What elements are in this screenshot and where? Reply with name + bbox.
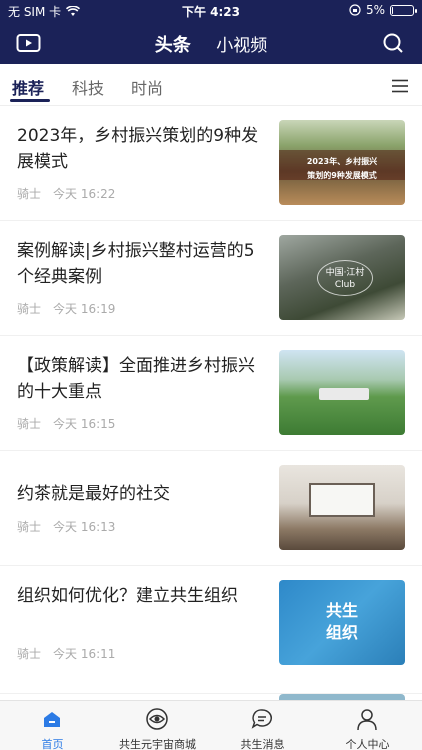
tab-label: 共生元宇宙商城 bbox=[119, 738, 196, 750]
tab-metaverse-mall[interactable]: 共生元宇宙商城 bbox=[105, 701, 210, 750]
article-thumbnail[interactable] bbox=[279, 350, 405, 435]
category-recommend[interactable]: 推荐 bbox=[12, 75, 44, 99]
category-tabs: 推荐 科技 时尚 bbox=[0, 64, 422, 106]
article-time: 今天 16:19 bbox=[53, 302, 116, 316]
article-item[interactable]: 组织如何优化？建立共生组织 骑士 今天 16:11 共生 组织 bbox=[0, 566, 422, 694]
article-title[interactable]: 2023年，乡村振兴策划的9种发展模式 bbox=[17, 123, 262, 175]
app-header: 无 SIM 卡 下午 4:23 5% 头条 小视频 bbox=[0, 0, 422, 64]
tab-label: 共生消息 bbox=[240, 738, 285, 750]
orientation-lock-icon bbox=[349, 4, 361, 16]
article-author: 骑士 bbox=[17, 187, 42, 201]
article-item[interactable]: 【政策解读】全面推进乡村振兴的十大重点 骑士 今天 16:15 bbox=[0, 336, 422, 451]
article-meta: 骑士 今天 16:13 bbox=[17, 518, 127, 535]
article-title[interactable]: 【政策解读】全面推进乡村振兴的十大重点 bbox=[17, 353, 262, 405]
article-meta: 骑士 今天 16:19 bbox=[17, 300, 127, 317]
article-author: 骑士 bbox=[17, 647, 42, 661]
active-category-indicator bbox=[10, 99, 50, 102]
battery-icon bbox=[390, 4, 417, 16]
tab-profile[interactable]: 个人中心 bbox=[315, 701, 420, 750]
thumbnail-caption: 2023年、乡村振兴 bbox=[306, 157, 378, 166]
thumbnail-caption: Club bbox=[334, 280, 356, 290]
tab-headlines[interactable]: 头条 bbox=[155, 31, 191, 57]
status-bar: 无 SIM 卡 下午 4:23 5% bbox=[0, 0, 422, 22]
search-icon[interactable] bbox=[382, 32, 404, 54]
article-item[interactable]: 约茶就是最好的社交 骑士 今天 16:13 bbox=[0, 451, 422, 566]
thumbnail-village bbox=[319, 388, 369, 400]
article-item[interactable]: 案例解读|乡村振兴整村运营的5个经典案例 骑士 今天 16:19 中国·江村 Cl… bbox=[0, 221, 422, 336]
category-tech[interactable]: 科技 bbox=[72, 75, 104, 99]
article-thumbnail[interactable]: 共生 组织 bbox=[279, 580, 405, 665]
article-thumbnail[interactable]: 2023年、乡村振兴 策划的9种发展模式 bbox=[279, 120, 405, 205]
menu-icon[interactable] bbox=[392, 78, 408, 93]
thumbnail-window bbox=[309, 483, 375, 517]
eye-icon bbox=[145, 707, 169, 731]
battery-percent: 5% bbox=[365, 3, 385, 17]
thumbnail-caption: 共生 bbox=[325, 601, 358, 620]
bottom-tab-bar: 首页 共生元宇宙商城 共生消息 个人中心 bbox=[0, 700, 422, 750]
article-meta: 骑士 今天 16:22 bbox=[17, 185, 127, 202]
article-item[interactable]: 2023年，乡村振兴策划的9种发展模式 骑士 今天 16:22 2023年、乡村振… bbox=[0, 106, 422, 221]
article-title[interactable]: 约茶就是最好的社交 bbox=[17, 481, 262, 507]
article-time: 今天 16:22 bbox=[53, 187, 116, 201]
thumbnail-caption: 中国·江村 bbox=[325, 268, 365, 278]
article-title[interactable]: 组织如何优化？建立共生组织 bbox=[17, 583, 262, 609]
thumbnail-logo: 中国·江村 Club bbox=[317, 260, 373, 296]
article-time: 今天 16:11 bbox=[53, 647, 116, 661]
home-icon bbox=[40, 707, 64, 731]
article-author: 骑士 bbox=[17, 520, 42, 534]
article-thumbnail[interactable]: 中国·江村 Club bbox=[279, 235, 405, 320]
tab-label: 首页 bbox=[41, 738, 64, 750]
article-author: 骑士 bbox=[17, 417, 42, 431]
tab-messages[interactable]: 共生消息 bbox=[210, 701, 315, 750]
article-author: 骑士 bbox=[17, 302, 42, 316]
chat-bubble-icon bbox=[250, 707, 274, 731]
top-nav: 头条 小视频 bbox=[0, 26, 422, 62]
thumbnail-caption: 策划的9种发展模式 bbox=[307, 171, 377, 180]
article-time: 今天 16:13 bbox=[53, 520, 116, 534]
person-icon bbox=[355, 707, 379, 731]
tab-short-video[interactable]: 小视频 bbox=[216, 31, 267, 56]
article-meta: 骑士 今天 16:11 bbox=[17, 645, 127, 662]
tab-home[interactable]: 首页 bbox=[0, 701, 105, 750]
article-thumbnail[interactable] bbox=[279, 465, 405, 550]
article-meta: 骑士 今天 16:15 bbox=[17, 415, 127, 432]
article-title[interactable]: 案例解读|乡村振兴整村运营的5个经典案例 bbox=[17, 238, 262, 290]
category-fashion[interactable]: 时尚 bbox=[131, 75, 163, 99]
thumbnail-caption: 组织 bbox=[325, 623, 358, 642]
tab-label: 个人中心 bbox=[345, 738, 390, 750]
article-time: 今天 16:15 bbox=[53, 417, 116, 431]
